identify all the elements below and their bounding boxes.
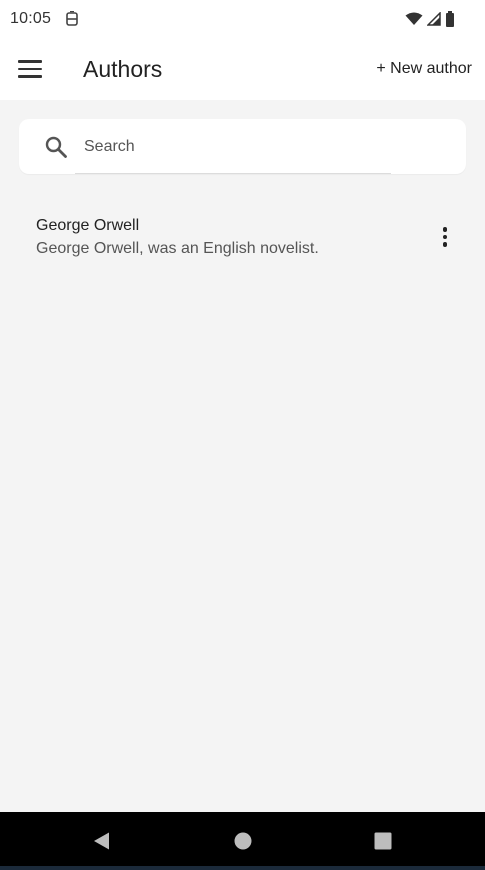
search-icon <box>44 135 68 159</box>
cell-signal-icon <box>427 12 441 26</box>
hamburger-menu-icon[interactable] <box>18 54 48 84</box>
recents-square-icon[interactable] <box>373 831 393 851</box>
more-vert-icon[interactable] <box>433 225 457 249</box>
nav-bar-edge <box>0 866 485 870</box>
status-bar: 10:05 <box>0 0 485 38</box>
status-icons <box>405 11 475 27</box>
author-description: George Orwell, was an English novelist. <box>36 240 319 257</box>
battery-icon <box>445 11 455 27</box>
back-triangle-icon[interactable] <box>92 831 112 851</box>
new-author-button[interactable]: + New author <box>376 60 472 78</box>
search-bar[interactable] <box>19 119 466 174</box>
search-underline <box>75 173 391 174</box>
wifi-icon <box>405 12 423 26</box>
home-circle-icon[interactable] <box>233 831 253 851</box>
list-item[interactable]: George Orwell George Orwell, was an Engl… <box>0 205 485 269</box>
page-title: Authors <box>83 55 163 82</box>
notification-icon <box>65 10 79 27</box>
author-name: George Orwell <box>36 217 140 234</box>
app-bar: Authors + New author <box>0 38 485 100</box>
system-nav-bar <box>0 812 485 870</box>
search-input[interactable] <box>84 137 424 156</box>
status-time: 10:05 <box>10 10 52 27</box>
